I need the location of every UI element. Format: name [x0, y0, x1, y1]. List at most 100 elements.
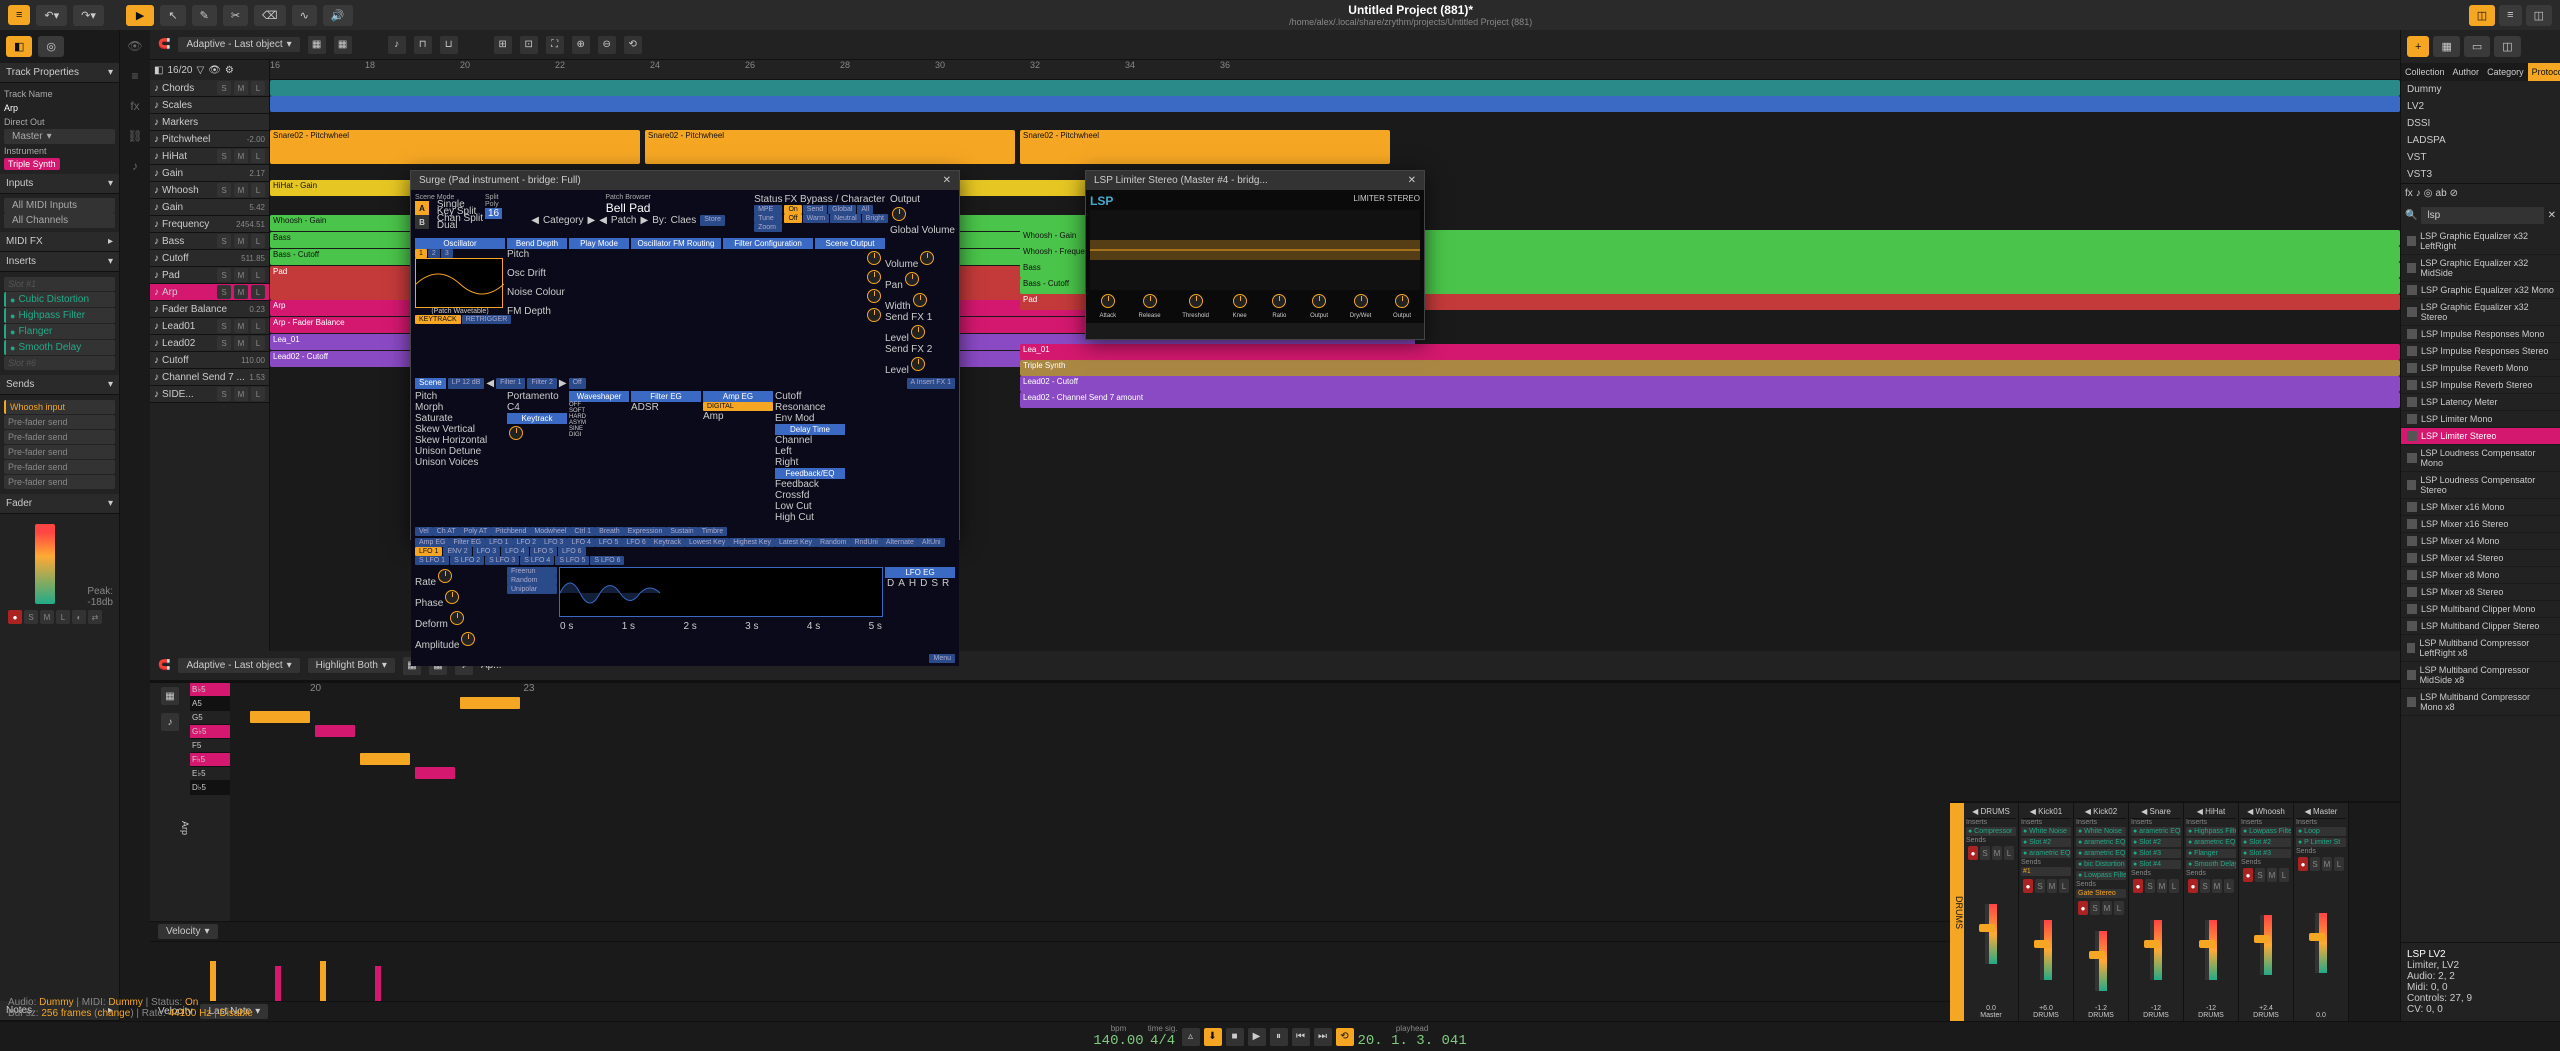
- plugin-item[interactable]: LSP Graphic Equalizer x32 Mono: [2401, 282, 2560, 299]
- track-header[interactable]: ♪Gain5.42: [150, 199, 269, 216]
- inserts-header[interactable]: Inserts▾: [0, 252, 119, 272]
- send-1[interactable]: Whoosh input: [4, 400, 115, 414]
- redo-button[interactable]: ↷▾: [73, 5, 104, 26]
- mixer-fx-slot[interactable]: ● Smooth Delay: [2186, 860, 2236, 869]
- mod-source[interactable]: Pitchbend: [491, 527, 530, 536]
- panel-toggle-1[interactable]: ◫: [2469, 5, 2495, 26]
- track-header[interactable]: ♪WhooshSML: [150, 182, 269, 199]
- mixer-fx-slot[interactable]: ● arametric EQ: [2021, 849, 2071, 858]
- close-icon[interactable]: ✕: [943, 175, 951, 186]
- sends-header[interactable]: Sends▾: [0, 375, 119, 395]
- plugin-item[interactable]: LSP Loudness Compensator Stereo: [2401, 472, 2560, 499]
- browser-btn-4[interactable]: ◫: [2494, 36, 2520, 57]
- filter-icon-2[interactable]: ▽: [196, 65, 204, 76]
- browser-btn-3[interactable]: ▭: [2464, 36, 2490, 57]
- mod-source[interactable]: AltUni: [918, 538, 945, 547]
- mixer-fx-slot[interactable]: ● Highpass Filter: [2186, 827, 2236, 836]
- prefader-send-3[interactable]: Pre-fader send: [4, 445, 115, 459]
- limiter-knob[interactable]: Knee: [1231, 292, 1249, 319]
- mixer-fx-slot[interactable]: ● P Limiter St: [2296, 838, 2346, 847]
- mod-source[interactable]: Random: [816, 538, 850, 547]
- layout-1[interactable]: ⊞: [494, 36, 512, 54]
- mixer-strip[interactable]: ◀ WhooshInserts● Lowpass Filter● Slot #2…: [2239, 803, 2294, 1021]
- piano-icon[interactable]: ♪: [125, 156, 145, 176]
- stop-btn[interactable]: ■: [1226, 1028, 1244, 1046]
- plugin-item[interactable]: LSP Multiband Compressor Mono x8: [2401, 689, 2560, 716]
- mixer-fx-slot[interactable]: ● Loop: [2296, 827, 2346, 836]
- plugin-item[interactable]: LSP Graphic Equalizer x32 LeftRight: [2401, 228, 2560, 255]
- rewind-btn[interactable]: ⏮: [1292, 1028, 1310, 1046]
- insert-fx-2[interactable]: ● Highpass Filter: [4, 308, 115, 323]
- insert-slot-6[interactable]: Slot #6: [4, 356, 115, 370]
- midi-note[interactable]: [250, 711, 310, 723]
- track-name-value[interactable]: Arp: [4, 101, 115, 115]
- midi-note[interactable]: [460, 697, 520, 709]
- track-header[interactable]: ♪Cutoff511.85: [150, 250, 269, 267]
- prefader-send-5[interactable]: Pre-fader send: [4, 475, 115, 489]
- velocity-select[interactable]: Velocity▾: [158, 924, 218, 939]
- plugin-search-input[interactable]: [2421, 207, 2543, 224]
- instrument-chip[interactable]: Triple Synth: [4, 158, 60, 170]
- osc-type[interactable]: (Patch Wavetable): [415, 308, 505, 315]
- velocity-bar[interactable]: [320, 961, 326, 1001]
- mod-source[interactable]: Poly AT: [460, 527, 492, 536]
- insert-fx-1[interactable]: ● Cubic Distortion: [4, 292, 115, 307]
- piano-key[interactable]: F5: [190, 739, 230, 753]
- tab-protocol[interactable]: Protocol: [2528, 63, 2560, 81]
- protocol-item[interactable]: LADSPA: [2401, 132, 2560, 149]
- mixer-fx-slot[interactable]: ● Slot #2: [2241, 838, 2291, 847]
- mixer-strip[interactable]: ◀ Kick01Inserts● White Noise● Slot #2● a…: [2019, 803, 2074, 1021]
- pitchwheel-region-1[interactable]: Snare02 - Pitchwheel: [270, 130, 640, 164]
- surge-titlebar[interactable]: Surge (Pad instrument - bridge: Full) ✕: [411, 171, 959, 190]
- snap-mode-select[interactable]: Adaptive - Last object▾: [178, 37, 299, 52]
- mute-button[interactable]: M: [40, 610, 54, 624]
- listen-button[interactable]: L: [56, 610, 70, 624]
- lsp-limiter-window[interactable]: LSP Limiter Stereo (Master #4 - bridg...…: [1085, 170, 1425, 340]
- fader-header[interactable]: Fader▾: [0, 494, 119, 514]
- erase-tool[interactable]: ⌫: [254, 5, 286, 26]
- mixer-strip[interactable]: ◀ MasterInserts● Loop● P Limiter StSends…: [2294, 803, 2349, 1021]
- prefader-send-1[interactable]: Pre-fader send: [4, 415, 115, 429]
- add-plugin-btn[interactable]: +: [2407, 36, 2429, 57]
- chain-icon[interactable]: ⛓: [125, 126, 145, 146]
- mod-source[interactable]: Highest Key: [729, 538, 775, 547]
- status-link[interactable]: On: [185, 997, 198, 1008]
- velocity-bar[interactable]: [275, 966, 281, 1001]
- follow-btn[interactable]: ⟲: [624, 36, 642, 54]
- track-header[interactable]: ♪Fader Balance0.23: [150, 301, 269, 318]
- track-properties-header[interactable]: Track Properties ▾: [0, 63, 119, 83]
- undo-button[interactable]: ↶▾: [36, 5, 67, 26]
- zoom-out[interactable]: ⊖: [598, 36, 616, 54]
- track-header[interactable]: ♪Gain2.17: [150, 165, 269, 182]
- plugin-item[interactable]: LSP Limiter Stereo: [2401, 428, 2560, 445]
- filter-icon[interactable]: ◧: [154, 65, 163, 76]
- hamburger-button[interactable]: ≡: [2499, 5, 2521, 26]
- range-btn[interactable]: ⊓: [414, 36, 432, 54]
- inspector-tab-track[interactable]: ◧: [6, 36, 32, 57]
- tab-collection[interactable]: Collection: [2401, 63, 2449, 81]
- midi-note[interactable]: [415, 767, 455, 779]
- mod-source[interactable]: LFO 1: [485, 538, 512, 547]
- mod-source[interactable]: LFO 6: [622, 538, 649, 547]
- piano-key[interactable]: G♭5: [190, 725, 230, 739]
- loop-btn[interactable]: ⟲: [1336, 1028, 1354, 1046]
- tab-category[interactable]: Category: [2483, 63, 2528, 81]
- slfo-slot[interactable]: S LFO 3: [485, 556, 519, 565]
- track-header[interactable]: ♪PadSML: [150, 267, 269, 284]
- midi-filter-icon[interactable]: ◎: [2424, 188, 2433, 199]
- mode-options[interactable]: SingleKey Split Chan SplitDual: [437, 201, 483, 229]
- insert-fx-4[interactable]: ● Smooth Delay: [4, 340, 115, 355]
- highlight-mode[interactable]: Highlight Both▾: [308, 658, 395, 673]
- mod-source[interactable]: Lowest Key: [685, 538, 729, 547]
- mpe-btn[interactable]: MPE: [754, 205, 782, 214]
- grid-btn-1[interactable]: ▦: [308, 36, 326, 54]
- return-btn[interactable]: ⬇: [1204, 1028, 1222, 1046]
- limiter-knob[interactable]: Output: [1393, 292, 1411, 319]
- play-button[interactable]: ▶: [126, 5, 154, 26]
- clear-search-icon[interactable]: ✕: [2548, 210, 2556, 221]
- osc-waveform-display[interactable]: [415, 258, 503, 308]
- track-header[interactable]: ♪Markers: [150, 114, 269, 131]
- plugin-item[interactable]: LSP Multiband Compressor LeftRight x8: [2401, 635, 2560, 662]
- mixer-fx-slot[interactable]: ● Slot #3: [2131, 849, 2181, 858]
- inputs-header[interactable]: Inputs▾: [0, 174, 119, 194]
